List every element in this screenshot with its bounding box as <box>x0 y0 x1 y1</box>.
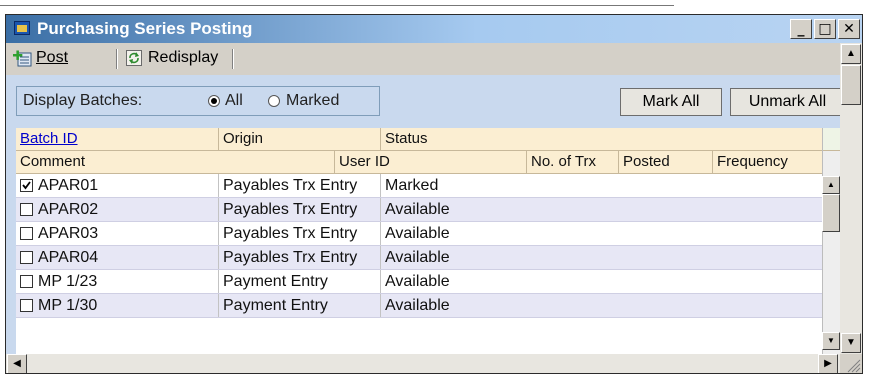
display-batches-group: Display Batches: All Marked <box>16 86 380 116</box>
column-header-comment[interactable]: Comment <box>16 151 334 173</box>
content-area: Display Batches: All Marked Mark All Unm… <box>6 75 840 354</box>
table-row[interactable]: MP 1/23 Payment Entry Available <box>16 270 822 294</box>
mark-all-button[interactable]: Mark All <box>620 88 722 116</box>
batch-id-text: APAR03 <box>38 225 99 242</box>
checkbox[interactable] <box>20 227 33 240</box>
batch-grid: Batch ID Origin Status Comment User ID N… <box>16 128 840 354</box>
window-app-icon <box>14 21 30 35</box>
window-title: Purchasing Series Posting <box>37 19 253 38</box>
column-header-user-id[interactable]: User ID <box>334 151 526 173</box>
unmark-all-button[interactable]: Unmark All <box>730 88 840 116</box>
toolbar-separator <box>232 49 234 69</box>
column-header-frequency[interactable]: Frequency <box>712 151 822 173</box>
batch-id-cell: APAR01 <box>16 174 218 197</box>
grid-header-row: Batch ID Origin Status <box>16 128 822 151</box>
batch-id-text: APAR04 <box>38 249 99 266</box>
origin-cell: Payment Entry <box>218 270 380 293</box>
checkbox[interactable] <box>20 203 33 216</box>
status-cell: Available <box>380 246 822 269</box>
status-cell: Available <box>380 294 822 317</box>
redisplay-button[interactable]: Redisplay <box>148 47 218 69</box>
title-bar[interactable]: Purchasing Series Posting _ □ ✕ <box>6 15 862 43</box>
toolbar-separator <box>116 49 118 69</box>
status-cell: Marked <box>380 174 822 197</box>
column-header-no-of-trx[interactable]: No. of Trx <box>526 151 618 173</box>
grid-scroll-up-arrow-icon[interactable]: ▲ <box>822 176 840 194</box>
scroll-right-arrow-icon[interactable]: ▶ <box>818 354 838 373</box>
checkbox[interactable] <box>20 299 33 312</box>
window-vertical-scrollbar[interactable]: ▲ ▼ <box>840 43 862 373</box>
grid-scroll-corner <box>823 128 840 151</box>
toolbar: Post Redisplay <box>6 43 840 75</box>
batch-id-text: MP 1/30 <box>38 297 98 314</box>
batch-id-cell: MP 1/23 <box>16 270 218 293</box>
post-label: Post <box>36 49 69 66</box>
origin-cell: Payables Trx Entry <box>218 222 380 245</box>
column-header-posted[interactable]: Posted <box>618 151 712 173</box>
table-row[interactable]: APAR04 Payables Trx Entry Available <box>16 246 822 270</box>
checkbox[interactable] <box>20 275 33 288</box>
scroll-left-arrow-icon[interactable]: ◀ <box>7 354 27 373</box>
radio-all[interactable] <box>208 95 220 107</box>
batch-id-cell: APAR04 <box>16 246 218 269</box>
table-row[interactable]: APAR01 Payables Trx Entry Marked <box>16 174 822 198</box>
origin-cell: Payment Entry <box>218 294 380 317</box>
status-cell: Available <box>380 222 822 245</box>
batch-id-text: APAR01 <box>38 177 99 194</box>
column-header-origin[interactable]: Origin <box>218 128 380 150</box>
column-header-status[interactable]: Status <box>380 128 822 150</box>
display-batches-label: Display Batches: <box>23 92 143 109</box>
checkbox-checked[interactable] <box>20 179 33 192</box>
purchasing-series-posting-window: Purchasing Series Posting _ □ ✕ Post Red… <box>5 14 863 374</box>
origin-cell: Payables Trx Entry <box>218 198 380 221</box>
top-divider-line <box>0 5 674 6</box>
grid-scroll-thumb[interactable] <box>822 194 840 232</box>
horizontal-scrollbar[interactable]: ◀ ▶ <box>6 354 840 373</box>
post-button[interactable]: Post <box>36 47 68 69</box>
post-icon <box>13 50 32 67</box>
resize-grip-icon[interactable] <box>840 354 862 373</box>
column-header-batch-id[interactable]: Batch ID <box>16 128 218 150</box>
radio-all-label[interactable]: All <box>225 92 243 110</box>
checkbox[interactable] <box>20 251 33 264</box>
radio-marked[interactable] <box>268 95 280 107</box>
origin-cell: Payables Trx Entry <box>218 246 380 269</box>
status-cell: Available <box>380 198 822 221</box>
status-cell: Available <box>380 270 822 293</box>
radio-marked-label[interactable]: Marked <box>286 92 339 110</box>
maximize-button[interactable]: □ <box>814 19 836 39</box>
batch-id-text: MP 1/23 <box>38 273 98 290</box>
grid-scroll-down-arrow-icon[interactable]: ▼ <box>822 332 840 350</box>
origin-cell: Payables Trx Entry <box>218 174 380 197</box>
batch-id-cell: MP 1/30 <box>16 294 218 317</box>
grid-vertical-scrollbar[interactable]: ▲ ▼ <box>822 128 840 354</box>
batch-id-cell: APAR02 <box>16 198 218 221</box>
scroll-down-arrow-icon[interactable]: ▼ <box>841 333 861 353</box>
scroll-thumb[interactable] <box>841 65 861 105</box>
table-row[interactable]: APAR03 Payables Trx Entry Available <box>16 222 822 246</box>
scroll-up-arrow-icon[interactable]: ▲ <box>841 44 861 64</box>
redisplay-icon <box>126 50 142 66</box>
table-row[interactable]: MP 1/30 Payment Entry Available <box>16 294 822 318</box>
table-row[interactable]: APAR02 Payables Trx Entry Available <box>16 198 822 222</box>
batch-id-cell: APAR03 <box>16 222 218 245</box>
close-button[interactable]: ✕ <box>838 19 860 39</box>
minimize-button[interactable]: _ <box>790 19 812 39</box>
grid-header-row: Comment User ID No. of Trx Posted Freque… <box>16 151 822 174</box>
batch-id-text: APAR02 <box>38 201 99 218</box>
